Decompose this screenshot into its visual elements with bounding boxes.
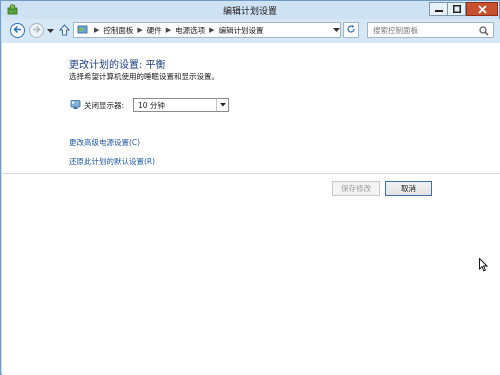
save-changes-button[interactable]: 保存修改 [332,181,380,196]
recent-pages-dropdown-icon[interactable] [47,27,54,36]
maximize-icon [452,5,461,13]
forward-button[interactable] [29,23,44,38]
back-arrow-icon [13,25,22,36]
breadcrumb-control-panel[interactable]: 控制面板 [103,25,133,36]
navigation-bar: ▶ 控制面板 ▶ 硬件 ▶ 电源选项 ▶ 编辑计划设置 搜索控制面板 [2,19,500,43]
display-off-select[interactable]: 10 分钟 [133,98,229,112]
minimize-button[interactable] [429,2,448,16]
control-panel-icon [77,24,88,37]
address-bar[interactable]: ▶ 控制面板 ▶ 硬件 ▶ 电源选项 ▶ 编辑计划设置 [73,22,341,38]
page-title: 更改计划的设置: 平衡 [69,60,166,71]
address-dropdown-icon[interactable] [332,23,341,37]
search-box[interactable]: 搜索控制面板 [367,22,494,38]
window-frame: 编辑计划设置 ▶ 控制面板 ▶ 硬件 ▶ 电源选项 ▶ 编辑计划设置 搜索控制面… [0,0,500,375]
restore-defaults-link[interactable]: 还原此计划的默认设置(R) [69,156,155,167]
close-button[interactable] [466,2,498,16]
up-arrow-icon[interactable] [58,24,71,38]
cancel-button[interactable]: 取消 [385,181,432,196]
breadcrumb-separator-icon: ▶ [94,26,100,34]
advanced-power-settings-link[interactable]: 更改高级电源设置(C) [69,137,140,148]
forward-arrow-icon [32,25,41,36]
mouse-pointer-icon [479,257,489,274]
breadcrumb-power-options[interactable]: 电源选项 [175,25,205,36]
close-icon [477,4,487,14]
monitor-icon [70,99,81,112]
page-subtitle: 选择希望计算机使用的睡眠设置和显示设置。 [69,72,219,81]
search-placeholder: 搜索控制面板 [373,26,418,35]
minimize-icon [434,5,443,13]
display-off-value: 10 分钟 [138,101,165,110]
chevron-down-icon[interactable] [216,99,228,111]
refresh-button[interactable] [343,22,359,38]
display-off-label: 关闭显示器: [84,101,125,110]
breadcrumb-separator-icon: ▶ [165,26,172,34]
search-icon[interactable] [479,26,489,38]
title-bar: 编辑计划设置 [1,1,499,19]
divider [2,173,500,174]
window-title: 编辑计划设置 [222,7,277,17]
main-content: 更改计划的设置: 平衡 选择希望计算机使用的睡眠设置和显示设置。 关闭显示器: … [2,43,500,375]
maximize-button[interactable] [447,2,466,16]
breadcrumb-hardware[interactable]: 硬件 [147,25,162,36]
breadcrumb-separator-icon: ▶ [137,26,143,34]
breadcrumb-separator-icon: ▶ [209,26,215,34]
breadcrumb-edit-plan[interactable]: 编辑计划设置 [219,25,264,36]
back-button[interactable] [10,23,25,38]
refresh-icon [346,24,356,36]
